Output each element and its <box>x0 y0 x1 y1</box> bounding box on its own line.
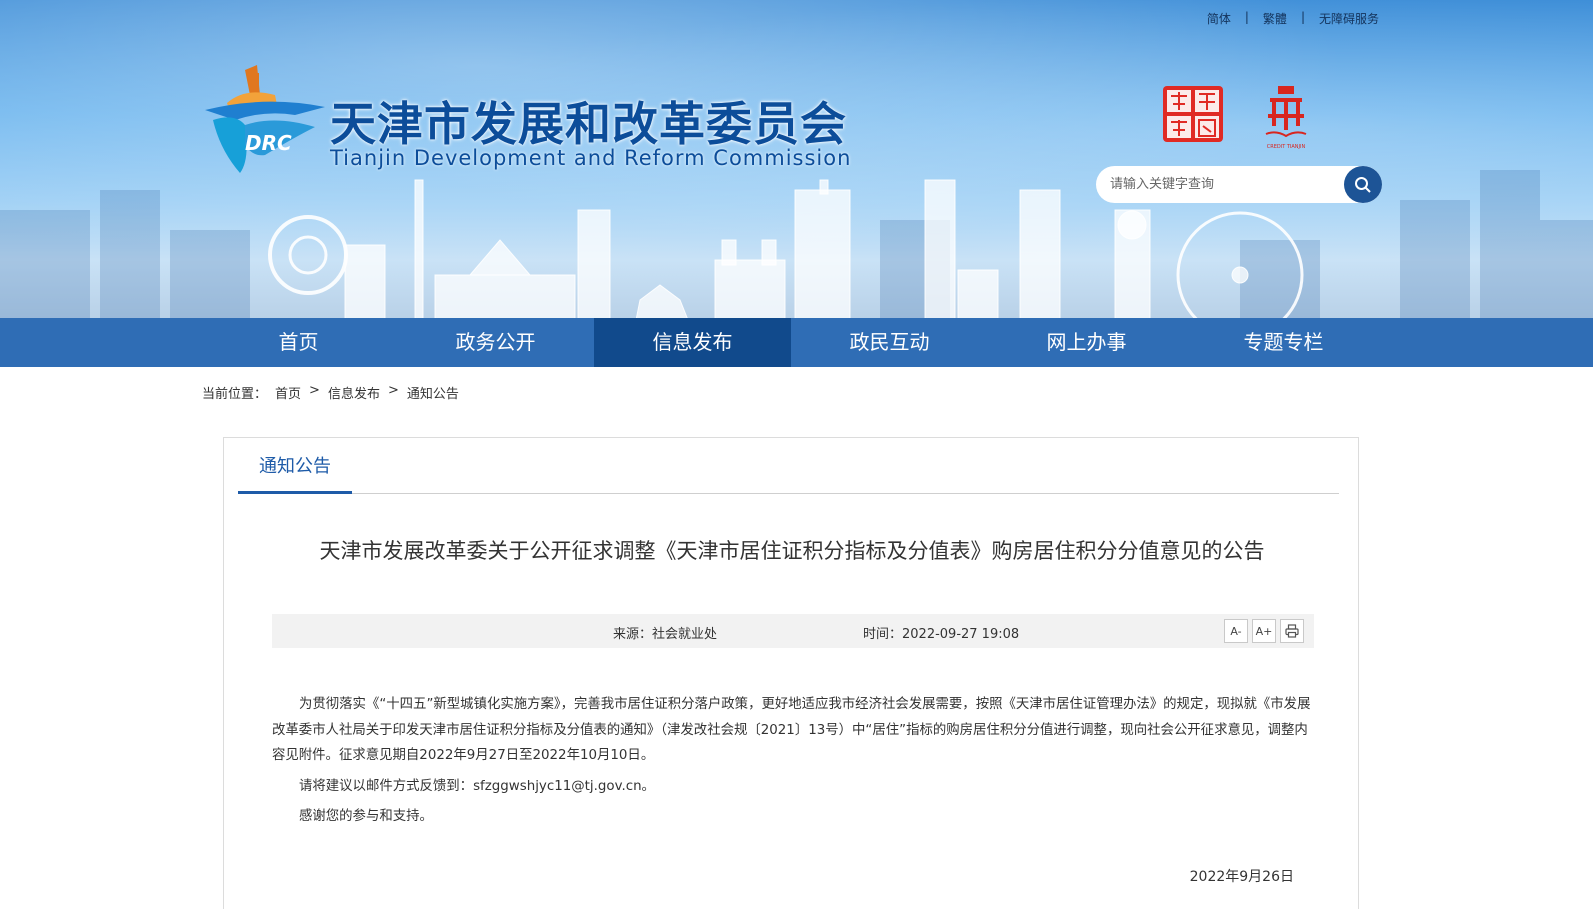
tab-notices[interactable]: 通知公告 <box>238 438 352 494</box>
breadcrumb-information-release[interactable]: 信息发布 <box>328 383 380 402</box>
top-link-separator: | <box>1244 10 1249 24</box>
article-date: 2022年9月26日 <box>1189 869 1294 885</box>
article-time: 时间：2022-09-27 19:08 <box>863 627 1020 642</box>
article-paragraph-email: 请将建议以邮件方式反馈到：sfzggwshjyc11@tj.gov.cn。 <box>299 778 655 794</box>
breadcrumb-home[interactable]: 首页 <box>275 383 301 402</box>
breadcrumb-label: 当前位置： <box>202 387 268 402</box>
nav-item-information-release[interactable]: 信息发布 <box>594 318 791 367</box>
nav-item-public-interaction[interactable]: 政民互动 <box>791 318 988 367</box>
article-source: 来源：社会就业处 <box>613 627 718 642</box>
search-icon <box>1355 176 1371 193</box>
print-icon <box>1285 624 1299 638</box>
article-panel: 通知公告 天津市发展改革委关于公开征求调整《天津市居住证积分指标及分值表》购房居… <box>223 437 1359 909</box>
print-button[interactable] <box>1280 619 1304 643</box>
drc-logo[interactable]: DRC <box>205 65 330 180</box>
credit-tianjin-caption: CREDIT TIANJIN <box>1267 144 1306 150</box>
site-subtitle: Tianjin Development and Reform Commissio… <box>330 146 852 170</box>
nav-item-government-affairs[interactable]: 政务公开 <box>397 318 594 367</box>
tianjin-gov-emblem[interactable] <box>1163 86 1223 142</box>
search-box <box>1096 166 1382 203</box>
article-title: 天津市发展改革委关于公开征求调整《天津市居住证积分指标及分值表》购房居住积分分值… <box>319 539 1265 563</box>
top-links: 简体 | 繁體 | 无障碍服务 <box>1207 10 1379 27</box>
breadcrumb-separator: > <box>309 383 320 398</box>
breadcrumb-separator: > <box>387 383 399 398</box>
font-decrease-button[interactable]: A- <box>1224 619 1248 643</box>
header-banner: 简体 | 繁體 | 无障碍服务 DRC 天津市发展和改革委员会 Tianjin … <box>0 0 1593 325</box>
link-simplified[interactable]: 简体 <box>1207 10 1231 27</box>
page: 简体 | 繁體 | 无障碍服务 DRC 天津市发展和改革委员会 Tianjin … <box>0 0 1593 909</box>
top-link-separator: | <box>1300 10 1305 24</box>
link-accessibility[interactable]: 无障碍服务 <box>1319 10 1379 27</box>
article-meta-bar: 来源：社会就业处 时间：2022-09-27 19:08 A- A+ <box>272 614 1314 648</box>
breadcrumb-notices[interactable]: 通知公告 <box>407 383 459 402</box>
nav-item-special-topics[interactable]: 专题专栏 <box>1185 318 1382 367</box>
article-paragraph: 感谢您的参与和支持。 <box>299 809 433 824</box>
logo-text: DRC <box>245 131 292 155</box>
nav-item-online-services[interactable]: 网上办事 <box>988 318 1185 367</box>
credit-tianjin-emblem[interactable]: CREDIT TIANJIN <box>1262 86 1310 152</box>
nav-item-home[interactable]: 首页 <box>200 318 397 367</box>
link-traditional[interactable]: 繁體 <box>1263 10 1287 27</box>
font-increase-button[interactable]: A+ <box>1252 619 1276 643</box>
search-input[interactable] <box>1110 174 1335 195</box>
search-button[interactable] <box>1344 166 1382 203</box>
main-nav: 首页 政务公开 信息发布 政民互动 网上办事 专题专栏 <box>0 318 1593 367</box>
breadcrumb: 当前位置： 首页 > 信息发布 > 通知公告 <box>202 383 459 402</box>
site-title: 天津市发展和改革委员会 <box>330 97 847 151</box>
section-tab-bar: 通知公告 <box>238 438 1339 494</box>
article-body: 为贯彻落实《“十四五”新型城镇化实施方案》，完善我市居住证积分落户政策，更好地适… <box>272 692 1314 835</box>
article-paragraph: 为贯彻落实《“十四五”新型城镇化实施方案》，完善我市居住证积分落户政策，更好地适… <box>272 697 1311 763</box>
article-tools: A- A+ <box>1224 619 1304 643</box>
